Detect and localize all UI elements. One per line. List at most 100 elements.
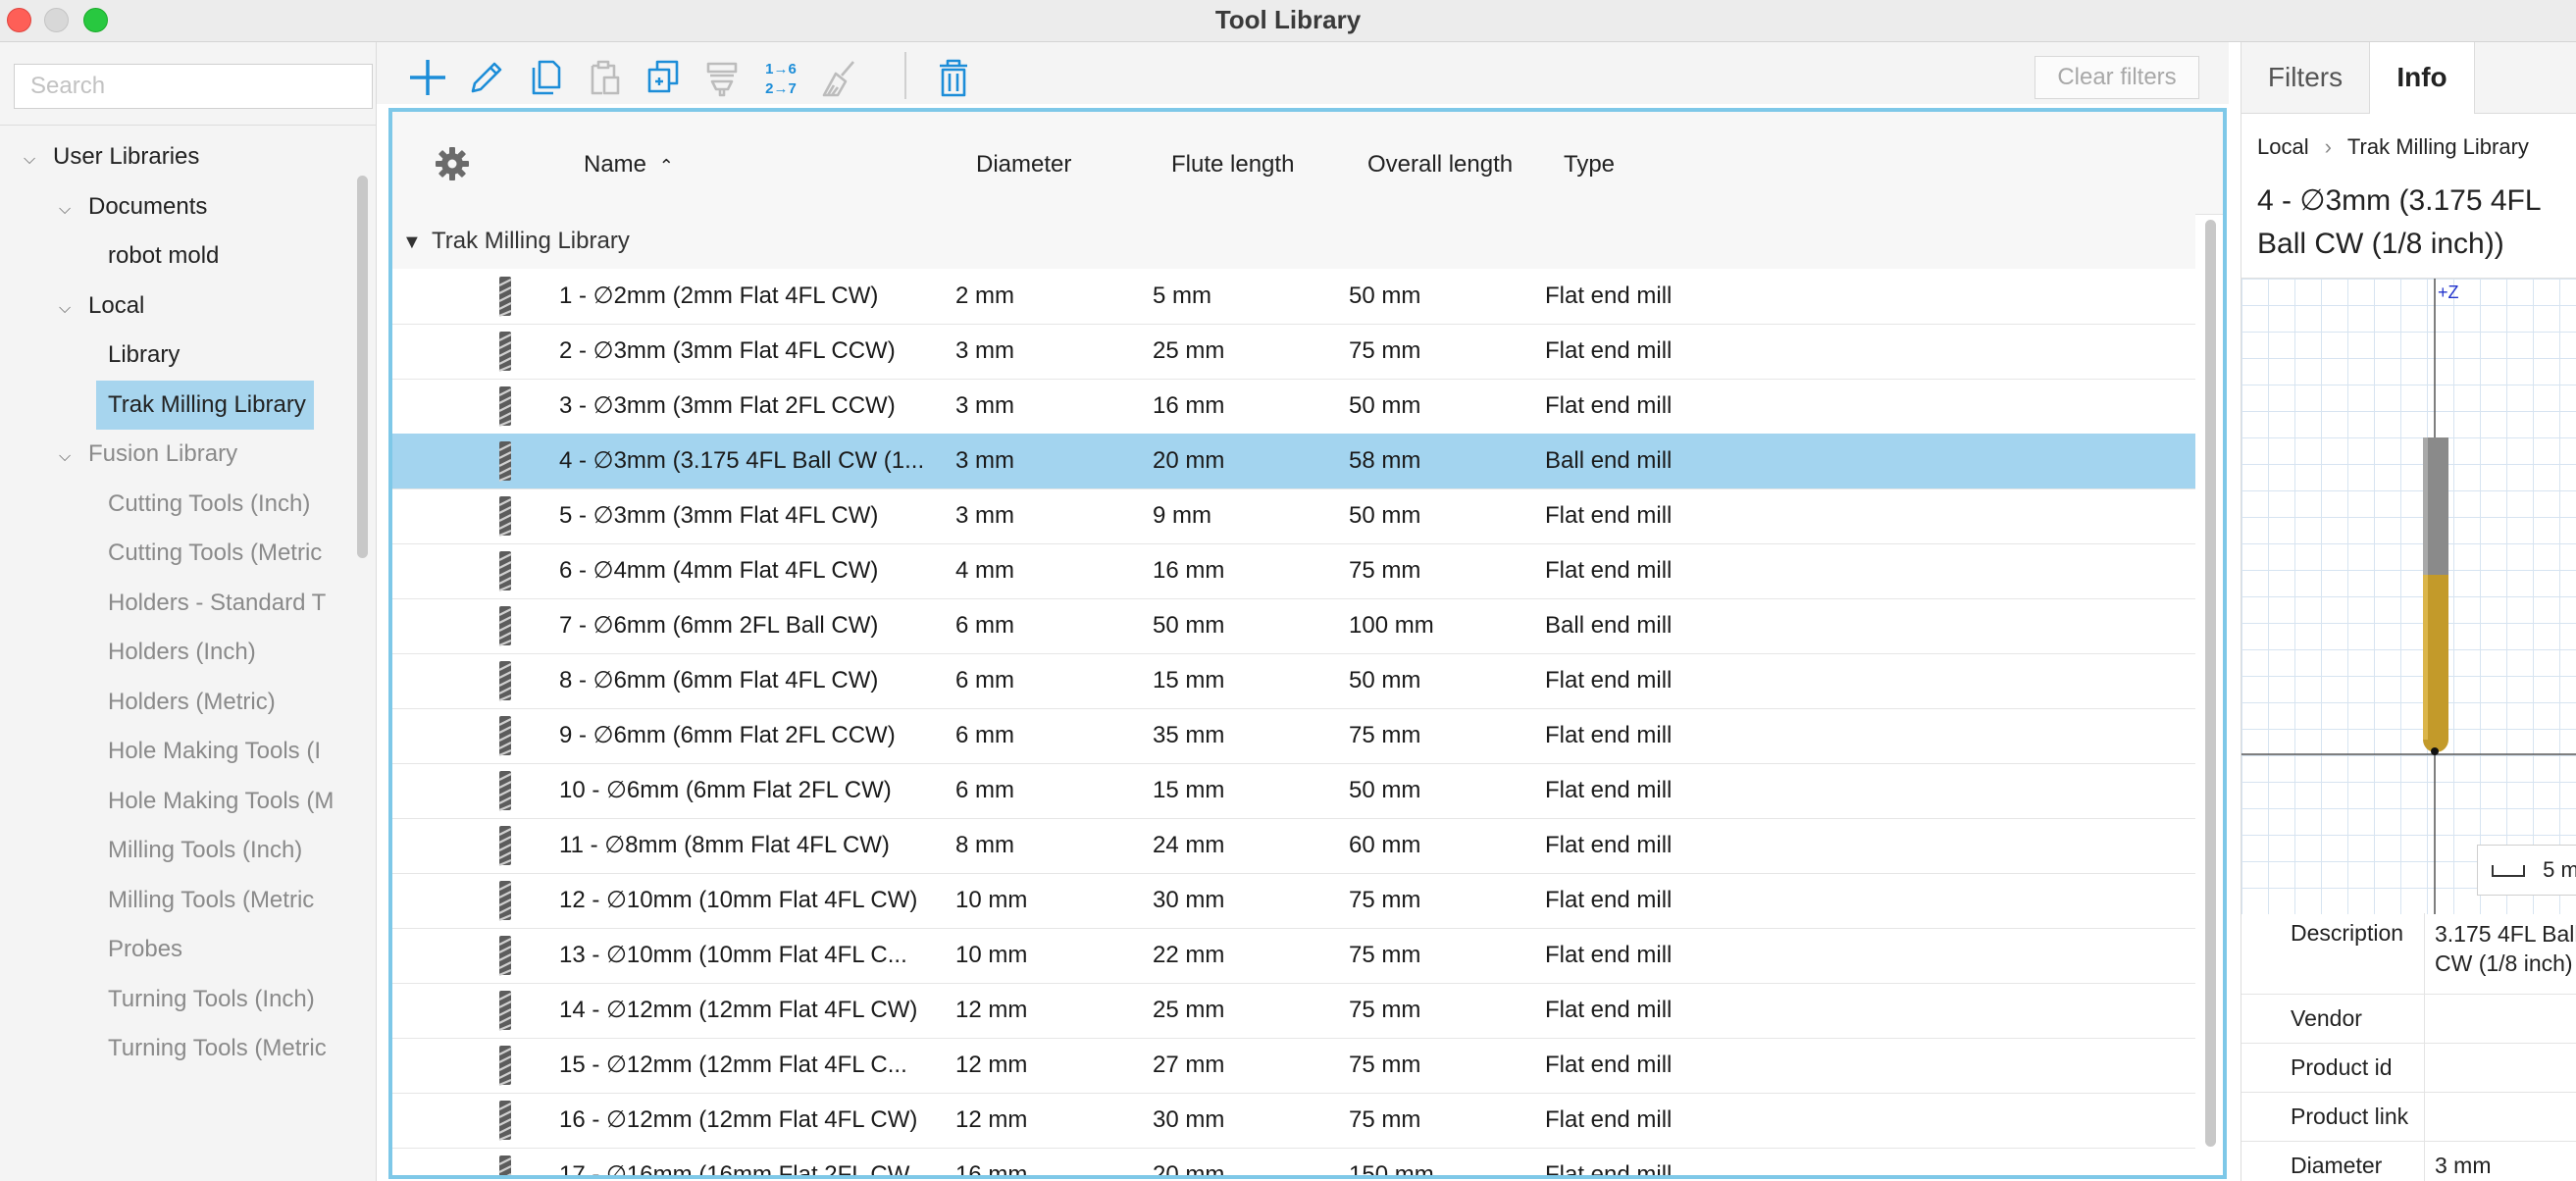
expand-chevron-icon[interactable]: ⌵ xyxy=(59,433,88,479)
end-mill-icon xyxy=(498,551,512,591)
scale-indicator: 5 m xyxy=(2477,845,2576,896)
end-mill-icon xyxy=(498,881,512,921)
tree-item-turning-tools-inch[interactable]: Turning Tools (Inch) xyxy=(108,975,365,1024)
collapse-triangle-icon[interactable]: ▼ xyxy=(402,215,432,270)
table-row[interactable]: 7 - ∅6mm (6mm 2FL Ball CW) 6 mm 50 mm 100 m… xyxy=(392,598,2195,654)
property-value: 3 mm xyxy=(2435,1153,2492,1178)
tree-item-cutting-tools-inch[interactable]: Cutting Tools (Inch) xyxy=(108,480,365,529)
holder-icon xyxy=(706,62,738,97)
search-input[interactable] xyxy=(14,64,373,109)
tree-item-milling-tools-metric[interactable]: Milling Tools (Metric xyxy=(108,876,365,925)
clean-button xyxy=(818,56,861,99)
cell-name: 15 - ∅12mm (12mm Flat 4FL C... xyxy=(559,1052,907,1078)
property-key: Product id xyxy=(2291,1054,2393,1080)
cell-type: Flat end mill xyxy=(1545,887,1673,913)
cell-overall-length: 50 mm xyxy=(1349,502,1421,529)
cell-diameter: 3 mm xyxy=(955,447,1014,474)
table-row[interactable]: 15 - ∅12mm (12mm Flat 4FL C... 12 mm 27 mm… xyxy=(392,1038,2195,1094)
tree-item-label: robot mold xyxy=(108,242,220,269)
tree-item-label: User Libraries xyxy=(53,143,200,170)
table-row[interactable]: 14 - ∅12mm (12mm Flat 4FL CW) 12 mm 25 mm 7… xyxy=(392,983,2195,1039)
delete-tool-button[interactable] xyxy=(932,56,975,99)
expand-chevron-icon[interactable]: ⌵ xyxy=(24,135,53,181)
clear-filters-button[interactable]: Clear filters xyxy=(2035,56,2199,99)
cell-name: 2 - ∅3mm (3mm Flat 4FL CCW) xyxy=(559,337,896,364)
column-header-diameter[interactable]: Diameter xyxy=(976,151,1071,179)
cell-name: 13 - ∅10mm (10mm Flat 4FL C... xyxy=(559,942,907,968)
table-row[interactable]: 4 - ∅3mm (3.175 4FL Ball CW (1... 3 mm 20 … xyxy=(392,434,2195,489)
table-row[interactable]: 6 - ∅4mm (4mm Flat 4FL CW) 4 mm 16 mm 75 mm… xyxy=(392,543,2195,599)
cell-overall-length: 75 mm xyxy=(1349,997,1421,1023)
table-row[interactable]: 16 - ∅12mm (12mm Flat 4FL CW) 12 mm 30 mm 7… xyxy=(392,1093,2195,1149)
property-row-diameter: Diameter 3 mm xyxy=(2241,1141,2576,1181)
breadcrumb-local[interactable]: Local xyxy=(2257,134,2309,159)
tab-filters[interactable]: Filters xyxy=(2241,42,2369,113)
cell-name: 14 - ∅12mm (12mm Flat 4FL CW) xyxy=(559,997,918,1023)
table-row[interactable]: 2 - ∅3mm (3mm Flat 4FL CCW) 3 mm 25 mm 75 m… xyxy=(392,324,2195,380)
cell-flute-length: 16 mm xyxy=(1153,557,1225,584)
table-row[interactable]: 3 - ∅3mm (3mm Flat 2FL CCW) 3 mm 16 mm 50 m… xyxy=(392,379,2195,435)
edit-tool-button[interactable] xyxy=(465,56,508,99)
cell-type: Flat end mill xyxy=(1545,1106,1673,1133)
cell-flute-length: 5 mm xyxy=(1153,282,1211,309)
cell-diameter: 4 mm xyxy=(955,557,1014,584)
renumber-button[interactable]: 1→6 2→7 xyxy=(759,56,802,99)
library-group-row[interactable]: ▼ Trak Milling Library xyxy=(392,214,2195,269)
tree-item-documents[interactable]: ⌵ Documents xyxy=(59,182,353,231)
tree-item-user-libraries[interactable]: ⌵ User Libraries xyxy=(24,132,353,181)
property-divider xyxy=(2424,1043,2425,1092)
table-scrollbar[interactable] xyxy=(2205,220,2216,1147)
expand-chevron-icon[interactable]: ⌵ xyxy=(59,185,88,231)
tree-item-trak-milling-library[interactable]: Trak Milling Library xyxy=(96,380,314,430)
tree-item-hole-making-tools-i[interactable]: Hole Making Tools (I xyxy=(108,727,365,776)
table-row[interactable]: 11 - ∅8mm (8mm Flat 4FL CW) 8 mm 24 mm 60 m… xyxy=(392,818,2195,874)
tree-item-milling-tools-inch[interactable]: Milling Tools (Inch) xyxy=(108,826,365,875)
breadcrumb-library[interactable]: Trak Milling Library xyxy=(2347,134,2529,159)
tree-item-hole-making-tools-m[interactable]: Hole Making Tools (M xyxy=(108,777,365,826)
cell-overall-length: 75 mm xyxy=(1349,337,1421,364)
column-header-flute-length[interactable]: Flute length xyxy=(1171,151,1294,179)
table-row[interactable]: 9 - ∅6mm (6mm Flat 2FL CCW) 6 mm 35 mm 75 m… xyxy=(392,708,2195,764)
tab-info[interactable]: Info xyxy=(2369,42,2475,114)
duplicate-tool-button[interactable] xyxy=(524,56,567,99)
expand-chevron-icon[interactable]: ⌵ xyxy=(59,284,88,331)
tree-item-local[interactable]: ⌵ Local xyxy=(59,282,353,331)
tree-item-robot-mold[interactable]: robot mold xyxy=(108,231,365,281)
end-mill-icon xyxy=(498,716,512,756)
tree-scrollbar[interactable] xyxy=(357,176,368,558)
tree-item-holders-standard-t[interactable]: Holders - Standard T xyxy=(108,579,365,628)
tree-item-holders-inch[interactable]: Holders (Inch) xyxy=(108,628,365,677)
table-row[interactable]: 1 - ∅2mm (2mm Flat 4FL CW) 2 mm 5 mm 50 mm F… xyxy=(392,269,2195,325)
table-row[interactable]: 13 - ∅10mm (10mm Flat 4FL C... 10 mm 22 mm… xyxy=(392,928,2195,984)
column-settings-gear-icon[interactable] xyxy=(434,145,471,182)
column-header-overall-length[interactable]: Overall length xyxy=(1367,151,1513,179)
cell-diameter: 6 mm xyxy=(955,667,1014,693)
table-header: Name ⌃ Diameter Flute length Overall len… xyxy=(392,112,2223,215)
tree-item-probes[interactable]: Probes xyxy=(108,925,365,974)
cell-type: Flat end mill xyxy=(1545,392,1673,419)
table-row[interactable]: 12 - ∅10mm (10mm Flat 4FL CW) 10 mm 30 mm 7… xyxy=(392,873,2195,929)
tree-divider xyxy=(0,125,376,126)
table-row[interactable]: 8 - ∅6mm (6mm Flat 4FL CW) 6 mm 15 mm 50 mm… xyxy=(392,653,2195,709)
tree-item-holders-metric[interactable]: Holders (Metric) xyxy=(108,678,365,727)
tree-item-cutting-tools-metric[interactable]: Cutting Tools (Metric xyxy=(108,529,365,578)
column-header-name[interactable]: Name ⌃ xyxy=(584,151,674,179)
column-header-type[interactable]: Type xyxy=(1564,151,1615,179)
table-row[interactable]: 10 - ∅6mm (6mm Flat 2FL CW) 6 mm 15 mm 50 m… xyxy=(392,763,2195,819)
cell-name: 9 - ∅6mm (6mm Flat 2FL CCW) xyxy=(559,722,896,748)
add-tool-button[interactable] xyxy=(406,56,449,99)
table-row[interactable]: 5 - ∅3mm (3mm Flat 4FL CW) 3 mm 9 mm 50 mm F… xyxy=(392,488,2195,544)
sort-ascending-icon: ⌃ xyxy=(658,156,674,176)
copy-tool-button[interactable] xyxy=(642,56,685,99)
tool-preview[interactable]: +Z 5 m xyxy=(2241,278,2576,914)
cell-type: Ball end mill xyxy=(1545,447,1673,474)
tree-item-fusion-library[interactable]: ⌵ Fusion Library xyxy=(59,430,353,479)
table-row[interactable]: 17 - ∅16mm (16mm Flat 2FL CW... 16 mm 20 m… xyxy=(392,1148,2195,1179)
tool-preview-drawing xyxy=(2241,279,2576,914)
tree-item-turning-tools-metric[interactable]: Turning Tools (Metric xyxy=(108,1024,365,1073)
holder-button xyxy=(700,56,744,99)
tree-item-library[interactable]: Library xyxy=(108,331,365,380)
cell-diameter: 16 mm xyxy=(955,1161,1028,1179)
cell-name: 6 - ∅4mm (4mm Flat 4FL CW) xyxy=(559,557,879,584)
renumber-icon: 1→6 2→7 xyxy=(765,61,797,97)
